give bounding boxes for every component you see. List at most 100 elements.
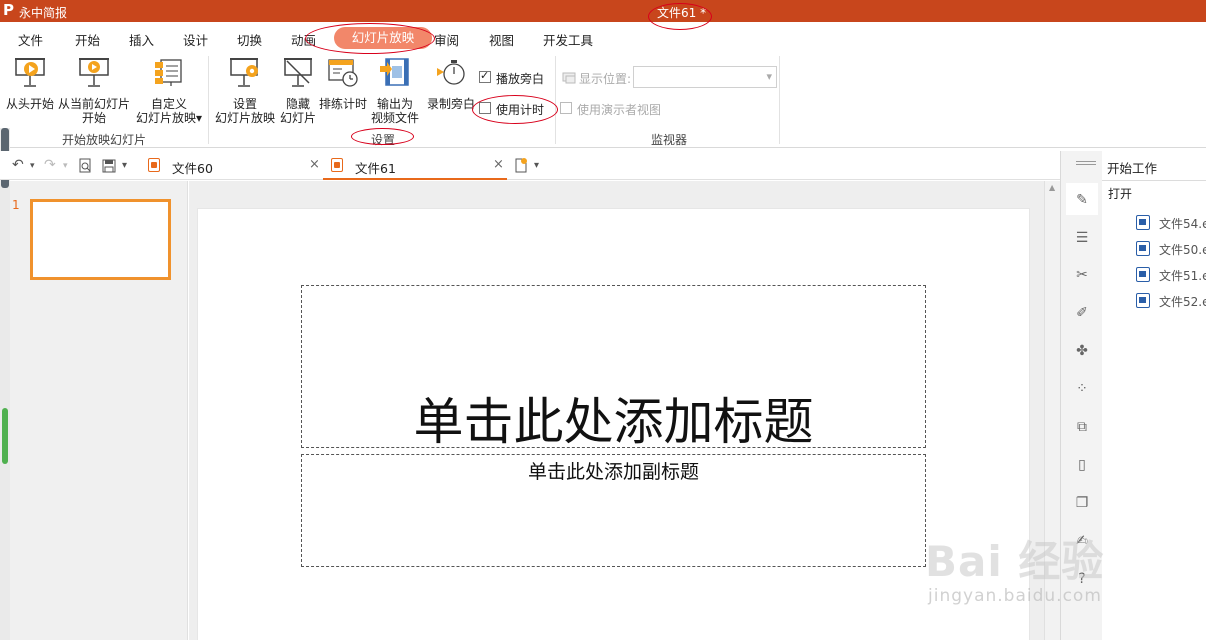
pane-title: 开始工作 [1107,161,1158,176]
close-tab-icon[interactable]: × [493,157,504,172]
hide-slide-label-1: 隐藏 [285,97,310,111]
hide-slide-icon [284,58,312,87]
hide-slide-label-2: 幻灯片 [279,111,316,125]
document-file-icon [1136,293,1150,308]
title-placeholder[interactable]: 单击此处添加标题 [301,285,926,451]
menu-tab-home[interactable]: 开始 [75,30,100,49]
subtitle-placeholder[interactable]: 单击此处添加副标题 [301,454,926,567]
customize-toolbar-icon[interactable]: ▾ [122,160,127,171]
left-strip [0,128,10,640]
menu-tab-review[interactable]: 审阅 [434,30,459,49]
tools-icon[interactable]: ✂ [1073,266,1091,284]
pinwheel-icon[interactable]: ✤ [1073,342,1091,360]
slide-editor: 单击此处添加标题 单击此处添加副标题 [189,181,1044,640]
play-narration-checkbox[interactable] [479,69,491,83]
watermark-url: jingyan.baidu.com [928,586,1102,606]
menu-tab-design[interactable]: 设计 [183,30,208,49]
menu-tab-slideshow[interactable]: 幻灯片放映 [334,27,432,49]
menu-tab-animations[interactable]: 动画 [291,30,316,49]
setup-slideshow-icon [230,58,258,87]
export-video-icon [380,58,409,86]
use-timing-label: 使用计时 [496,103,545,117]
stopwatch-icon [437,60,465,85]
group-separator [208,56,209,144]
document-file-icon [1136,241,1150,256]
slide-canvas: 单击此处添加标题 单击此处添加副标题 [197,208,1030,640]
presentation-file-icon [148,158,160,172]
export-video-label-1: 输出为 [376,97,413,111]
menu-tab-view[interactable]: 视图 [489,30,514,49]
doc-tab-60[interactable]: 文件60 × [140,151,322,180]
recent-file-label: 文件54.e [1159,217,1206,231]
projector-play-icon [15,58,45,87]
group-separator [555,56,556,144]
title-bar: P 永中简报 文件61 * [0,0,1206,22]
new-document-dropdown-icon[interactable]: ▾ [534,160,539,171]
menu-tab-transitions[interactable]: 切换 [237,30,262,49]
slide-number: 1 [12,198,20,212]
new-document-icon[interactable] [513,157,529,174]
left-level-bar [2,408,8,464]
from-current-button[interactable]: 从当前幻灯片 开始 [56,54,132,126]
redo-dropdown-icon[interactable]: ▾ [63,161,68,171]
brush-icon[interactable]: ✐ [1073,304,1091,322]
export-video-button[interactable]: 输出为 视频文件 [368,54,422,126]
display-position-label: 显示位置: [579,72,632,86]
document-file-icon [1136,267,1150,282]
undo-dropdown-icon[interactable]: ▾ [30,161,35,171]
close-tab-icon[interactable]: × [309,157,320,172]
menu-bar: 文件 开始 插入 设计 切换 动画 幻灯片放映 审阅 视图 开发工具 [0,22,1206,52]
undo-icon[interactable]: ↶ [12,157,24,173]
custom-slideshow-label-2: 幻灯片放映▾ [135,111,203,125]
record-narration-button[interactable]: 录制旁白 [424,54,478,112]
grid-icon[interactable]: ⁘ [1073,380,1091,398]
monitor-icon [562,72,576,84]
document-tab-bar: ↶ ▾ ↷ ▾ ▾ 文件60 × 文件61 × ▾ [0,151,1060,180]
custom-slideshow-button[interactable]: 自定义 幻灯片放映▾ [132,54,206,126]
subtitle-placeholder-text: 单击此处添加副标题 [527,461,699,483]
watermark-brand: Bai 经验 [925,537,1105,586]
menu-tab-developer[interactable]: 开发工具 [543,30,593,49]
display-position-select[interactable] [633,66,777,88]
ribbon: 从头开始 从当前幻灯片 开始 自定义 幻灯片放映▾ 开始放映幻灯片 设置 幻灯片… [0,52,1206,148]
print-preview-icon[interactable] [78,158,93,174]
document-title: 文件61 * [657,6,707,20]
rehearse-timings-label: 排练计时 [318,97,367,111]
open-section-label: 打开 [1108,187,1133,201]
setup-slideshow-label-1: 设置 [232,97,257,111]
doc-tab-61[interactable]: 文件61 × [323,151,507,180]
clipboard-icon[interactable]: ▯ [1073,456,1091,474]
hide-slide-button[interactable]: 隐藏 幻灯片 [278,54,318,126]
watermark: Bai 经验 jingyan.baidu.com [925,510,1145,610]
from-current-label-2: 开始 [81,111,106,125]
recent-file-label: 文件52.e [1159,295,1206,309]
document-file-icon [1136,215,1150,230]
setup-group-label: 设置 [371,133,396,147]
doc-tab-label: 文件61 [355,161,396,176]
presentation-file-icon [331,158,343,172]
save-icon[interactable] [101,158,117,174]
redo-icon[interactable]: ↷ [44,157,56,173]
setup-slideshow-button[interactable]: 设置 幻灯片放映 [212,54,278,126]
presenter-view-checkbox[interactable] [560,102,572,114]
rehearse-timings-icon [328,59,358,87]
slide-thumbnail[interactable] [30,199,171,280]
rehearse-timings-button[interactable]: 排练计时 [318,54,368,112]
group-separator [779,56,780,144]
menu-tab-insert[interactable]: 插入 [129,30,154,49]
menu-tab-file[interactable]: 文件 [18,30,43,49]
from-start-button[interactable]: 从头开始 [4,54,56,126]
projector-play-current-icon [79,58,109,87]
recent-file-label: 文件51.e [1159,269,1206,283]
start-group-label: 开始放映幻灯片 [62,133,147,147]
app-name: 永中简报 [19,6,68,20]
pane-handle-icon[interactable] [1076,164,1096,165]
setup-slideshow-label-2: 幻灯片放映 [214,111,275,125]
pen-icon[interactable]: ✎ [1073,191,1091,209]
crop-icon[interactable]: ⧉ [1073,418,1091,436]
sliders-icon[interactable]: ☰ [1073,229,1091,247]
from-current-label-1: 从当前幻灯片 [57,97,130,111]
record-narration-label: 录制旁白 [426,97,475,111]
use-timing-checkbox[interactable] [479,102,491,114]
scroll-up-icon[interactable]: ▲ [1049,183,1055,192]
